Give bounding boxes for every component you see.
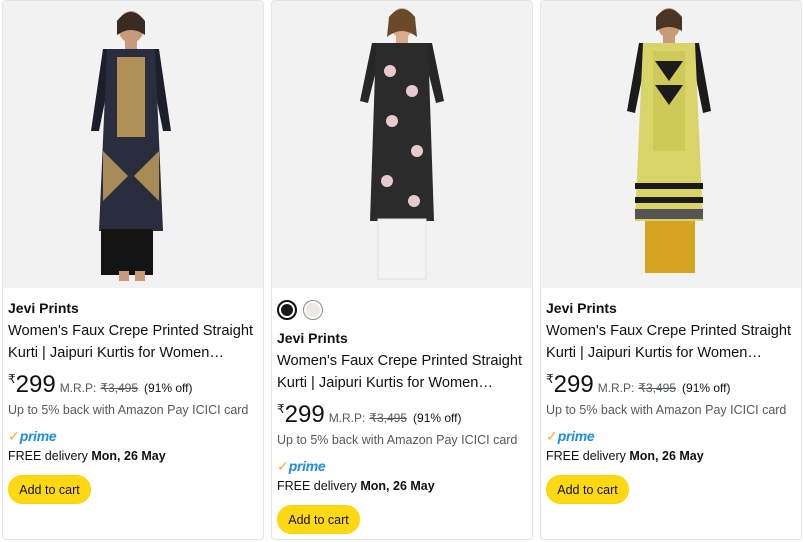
delivery-info: FREE delivery Mon, 26 May xyxy=(277,477,526,495)
mrp-value: ₹3,495 xyxy=(100,381,139,395)
mrp-label: M.R.P: xyxy=(597,381,635,395)
product-card[interactable]: Jevi Prints Women's Faux Crepe Printed S… xyxy=(2,0,264,540)
product-title-line1[interactable]: Women's Faux Crepe Printed Straight xyxy=(8,320,257,342)
swatch-black[interactable] xyxy=(277,300,297,320)
prime-check-icon: ✓ xyxy=(277,458,289,474)
discount-percent: (91% off) xyxy=(144,381,193,395)
delivery-date: Mon, 26 May xyxy=(91,449,166,463)
swatch-white[interactable] xyxy=(303,300,323,320)
product-price: 299 xyxy=(284,401,325,428)
mrp-label: M.R.P: xyxy=(59,381,97,395)
product-title-line2[interactable]: Kurti | Jaipuri Kurtis for Women… xyxy=(546,342,795,364)
product-title[interactable]: Women's Faux Crepe Printed Straight Kurt… xyxy=(546,320,795,364)
add-to-cart-button[interactable]: Add to cart xyxy=(8,475,91,504)
currency-symbol: ₹ xyxy=(8,372,16,386)
currency-symbol: ₹ xyxy=(277,402,285,416)
model-illustration xyxy=(272,1,532,288)
prime-badge: ✓ prime xyxy=(546,427,795,445)
product-price: 299 xyxy=(553,371,594,398)
product-image[interactable] xyxy=(272,1,532,288)
model-illustration xyxy=(541,1,801,288)
product-brand[interactable]: Jevi Prints xyxy=(277,328,526,348)
cashback-offer: Up to 5% back with Amazon Pay ICICI card xyxy=(546,403,787,417)
price-row: ₹ 299 M.R.P: ₹3,495 (91% off) xyxy=(8,372,257,398)
product-card[interactable]: Jevi Prints Women's Faux Crepe Printed S… xyxy=(271,0,533,540)
prime-logo-text: prime xyxy=(288,458,326,474)
product-brand[interactable]: Jevi Prints xyxy=(546,298,795,318)
product-title[interactable]: Women's Faux Crepe Printed Straight Kurt… xyxy=(8,320,257,364)
prime-badge: ✓ prime xyxy=(277,457,526,475)
product-brand[interactable]: Jevi Prints xyxy=(8,298,257,318)
discount-percent: (91% off) xyxy=(682,381,731,395)
product-title-line2[interactable]: Kurti | Jaipuri Kurtis for Women… xyxy=(277,372,526,394)
prime-check-icon: ✓ xyxy=(546,428,558,444)
delivery-date: Mon, 26 May xyxy=(360,479,435,493)
delivery-info: FREE delivery Mon, 26 May xyxy=(8,447,257,465)
product-image[interactable] xyxy=(3,1,263,288)
delivery-prefix: FREE delivery xyxy=(277,479,357,493)
delivery-prefix: FREE delivery xyxy=(8,449,88,463)
product-image[interactable] xyxy=(541,1,801,288)
delivery-info: FREE delivery Mon, 26 May xyxy=(546,447,795,465)
product-title-line2[interactable]: Kurti | Jaipuri Kurtis for Women… xyxy=(8,342,257,364)
color-swatches xyxy=(277,298,526,322)
discount-percent: (91% off) xyxy=(413,411,462,425)
mrp-value: ₹3,495 xyxy=(638,381,677,395)
product-grid: Jevi Prints Women's Faux Crepe Printed S… xyxy=(0,0,803,542)
delivery-date: Mon, 26 May xyxy=(629,449,704,463)
price-row: ₹ 299 M.R.P: ₹3,495 (91% off) xyxy=(277,402,526,428)
product-title[interactable]: Women's Faux Crepe Printed Straight Kurt… xyxy=(277,350,526,394)
model-illustration xyxy=(3,1,263,288)
add-to-cart-button[interactable]: Add to cart xyxy=(277,505,360,534)
price-row: ₹ 299 M.R.P: ₹3,495 (91% off) xyxy=(546,372,795,398)
cashback-offer: Up to 5% back with Amazon Pay ICICI card xyxy=(8,403,249,417)
add-to-cart-button[interactable]: Add to cart xyxy=(546,475,629,504)
prime-logo-text: prime xyxy=(19,428,57,444)
product-price: 299 xyxy=(15,371,56,398)
prime-logo-text: prime xyxy=(557,428,595,444)
currency-symbol: ₹ xyxy=(546,372,554,386)
product-title-line1[interactable]: Women's Faux Crepe Printed Straight xyxy=(546,320,795,342)
product-title-line1[interactable]: Women's Faux Crepe Printed Straight xyxy=(277,350,526,372)
prime-check-icon: ✓ xyxy=(8,428,20,444)
mrp-label: M.R.P: xyxy=(328,411,366,425)
mrp-value: ₹3,495 xyxy=(369,411,408,425)
cashback-offer: Up to 5% back with Amazon Pay ICICI card xyxy=(277,433,518,447)
product-card[interactable]: Jevi Prints Women's Faux Crepe Printed S… xyxy=(540,0,802,540)
prime-badge: ✓ prime xyxy=(8,427,257,445)
delivery-prefix: FREE delivery xyxy=(546,449,626,463)
